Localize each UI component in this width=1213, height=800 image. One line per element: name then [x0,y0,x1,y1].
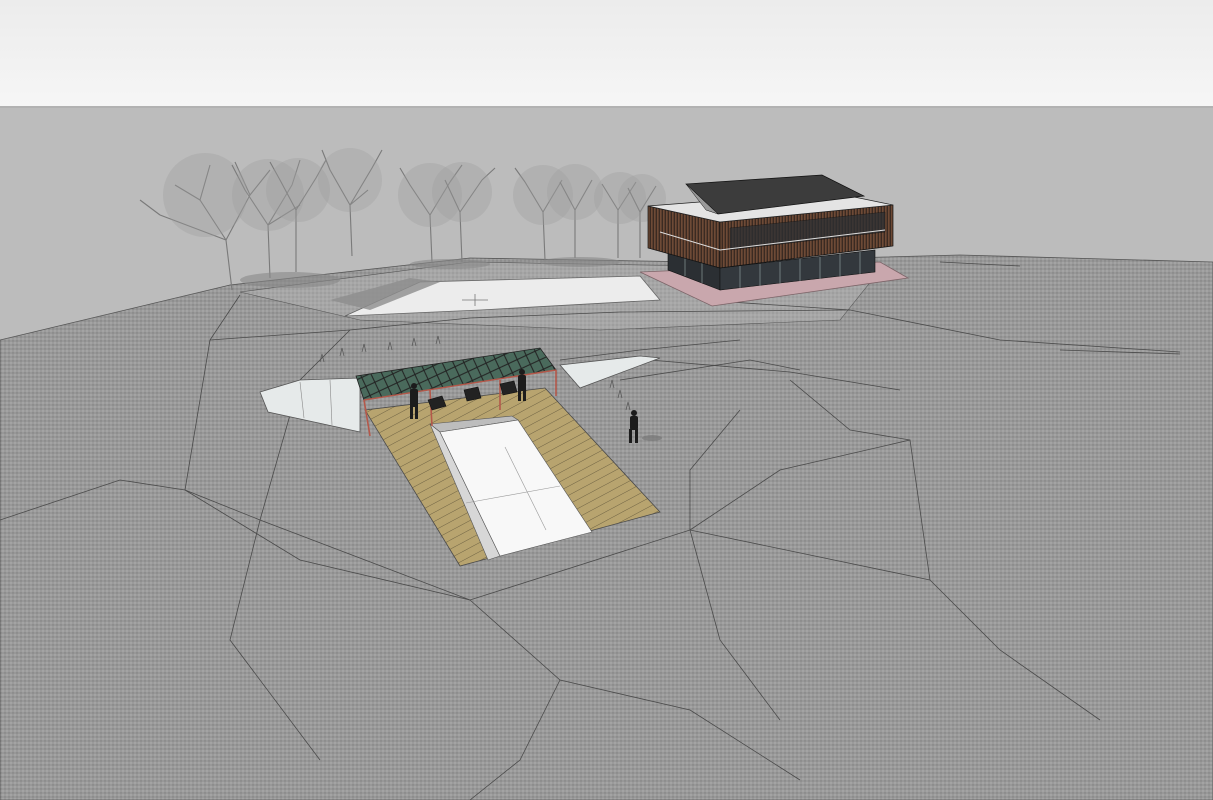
model-viewport[interactable] [0,0,1213,800]
viewport-scene[interactable] [0,0,1213,800]
terrain-mass[interactable] [0,254,1213,800]
sky [0,0,1213,108]
